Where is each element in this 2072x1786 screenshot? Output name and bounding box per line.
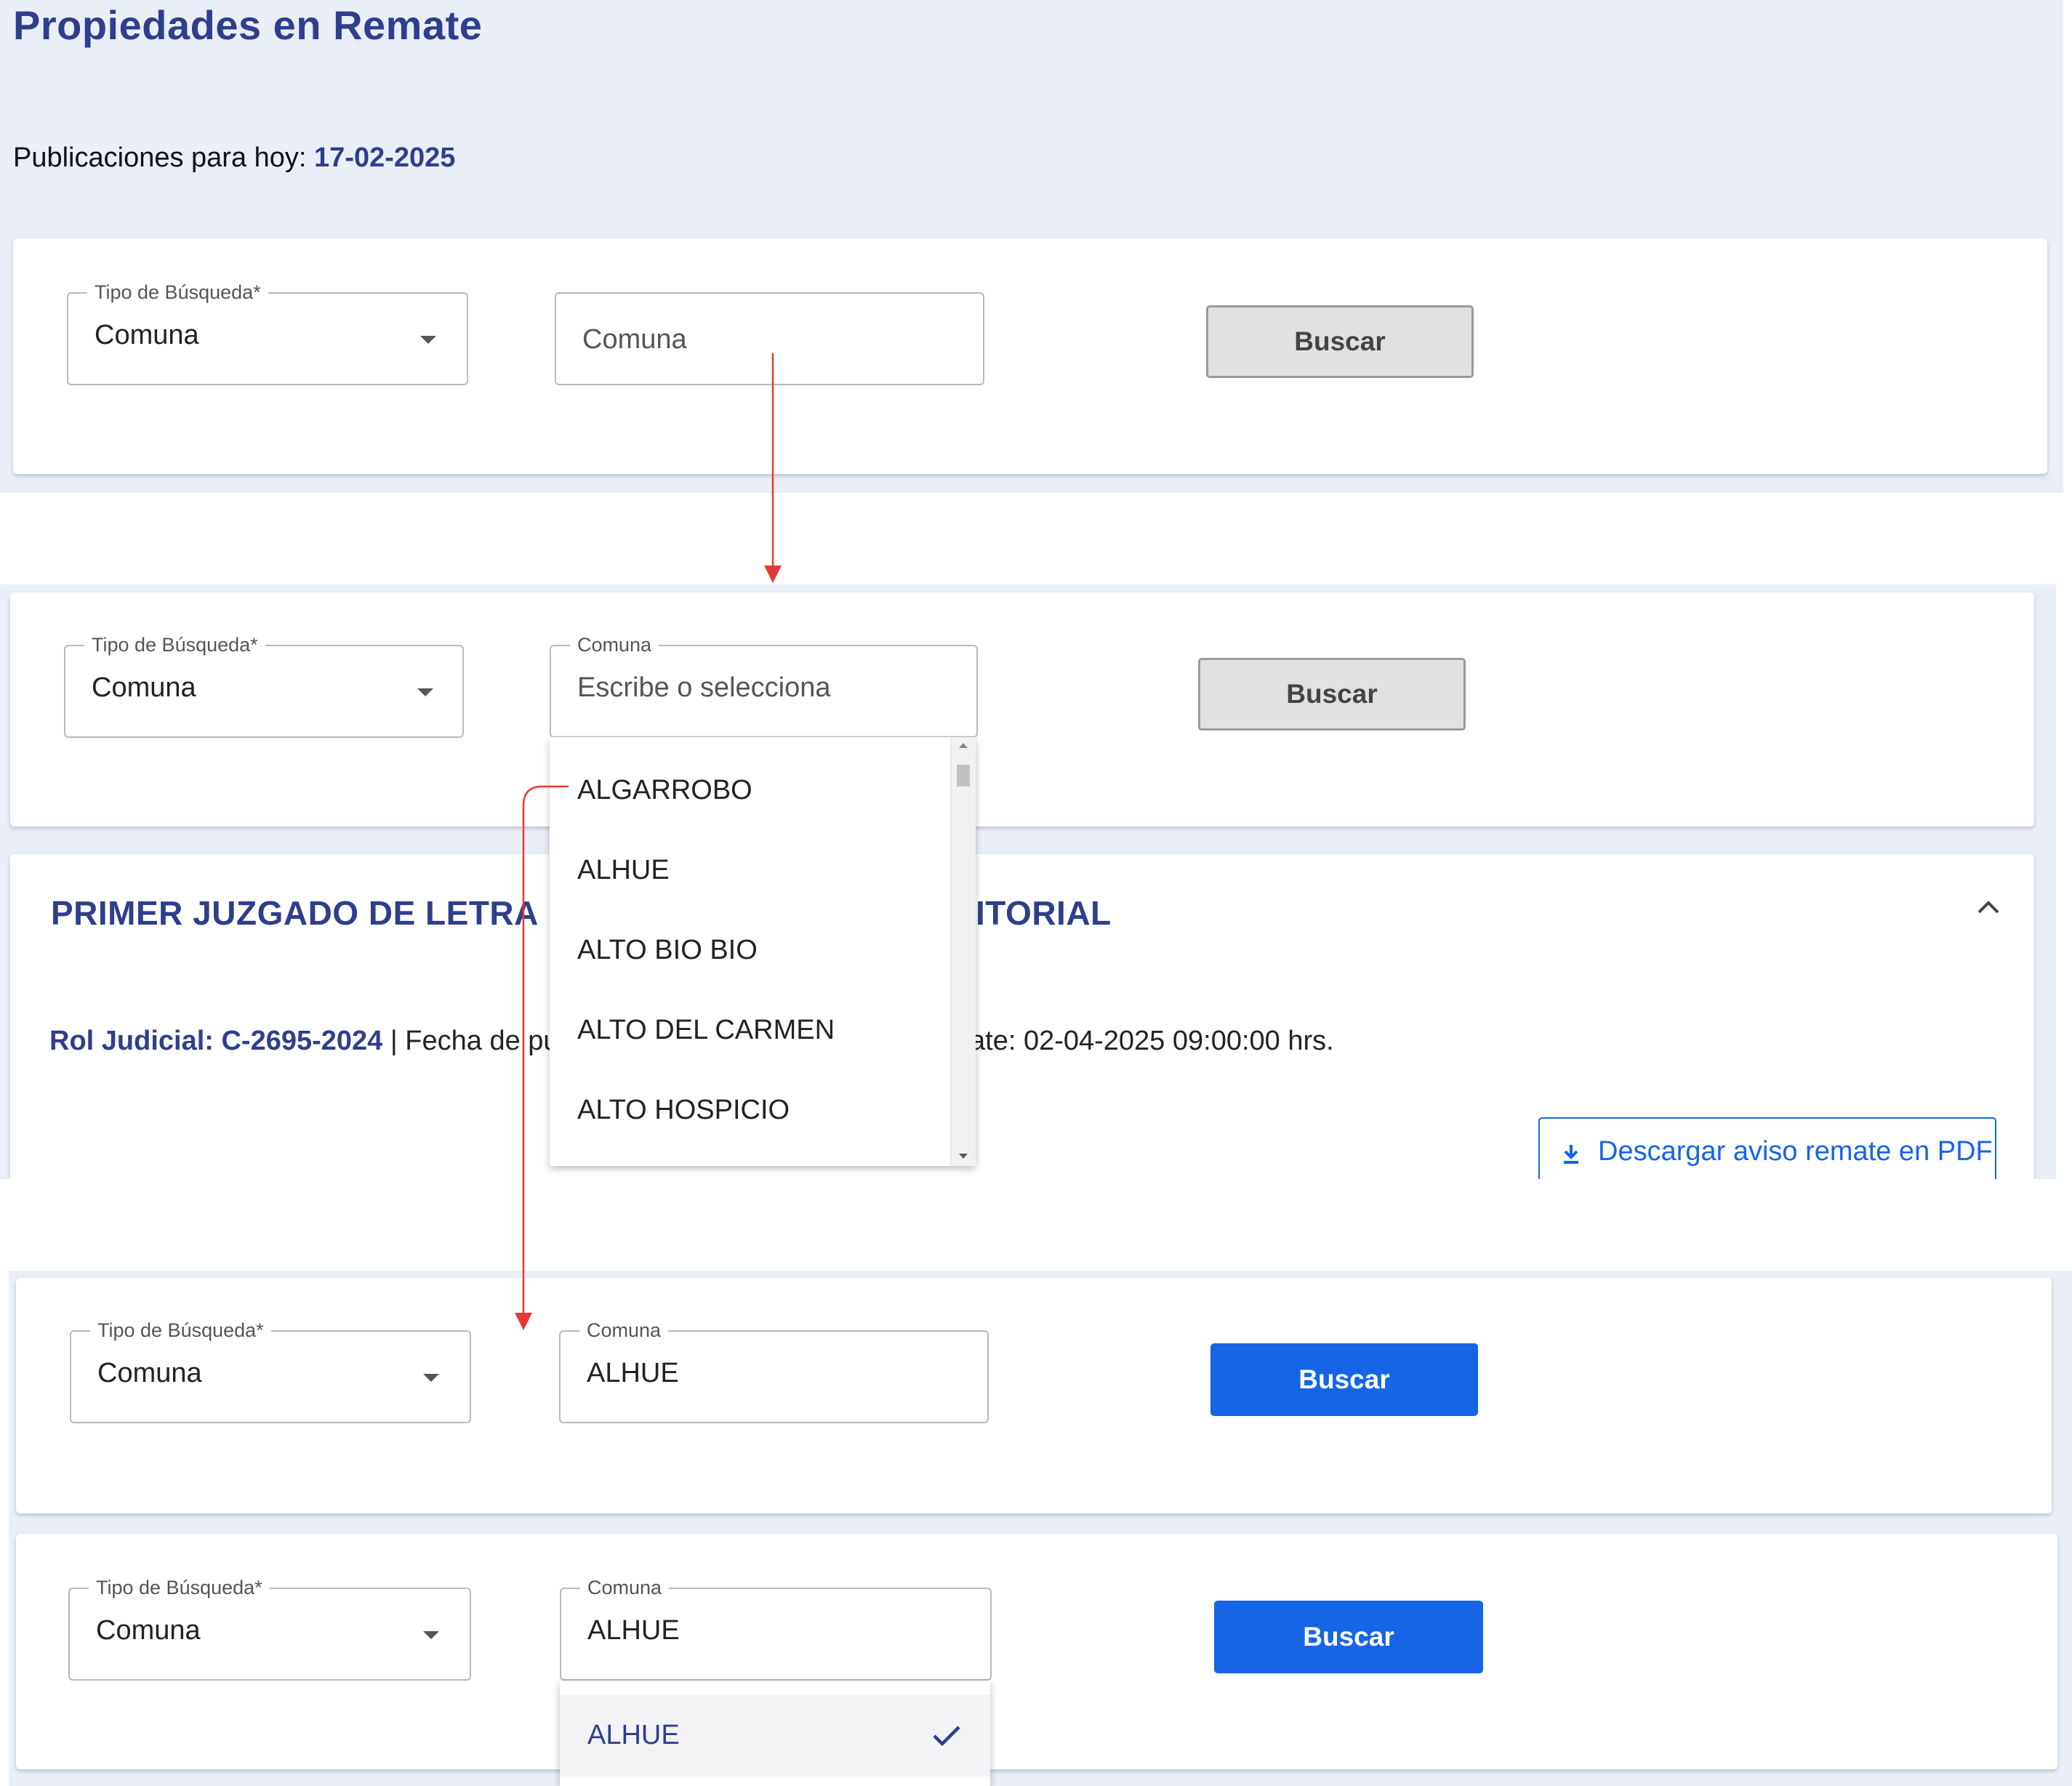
publications-date: 17-02-2025 (314, 142, 456, 173)
comuna-placeholder: Escribe o selecciona (577, 672, 831, 703)
search-type-label: Tipo de Búsqueda* (89, 1577, 270, 1598)
scroll-up-icon[interactable] (959, 743, 968, 748)
comuna-label: Comuna (580, 1577, 670, 1598)
search-type-label: Tipo de Búsqueda* (87, 281, 268, 303)
comuna-placeholder: Comuna (582, 324, 687, 355)
selected-option-label: ALHUE (587, 1720, 680, 1750)
search-type-select[interactable]: Tipo de Búsqueda* Comuna (70, 1319, 471, 1423)
dropdown-option[interactable]: ALTO BIO BIO (577, 935, 758, 966)
search-type-label: Tipo de Búsqueda* (84, 634, 265, 656)
dropdown-option-selected[interactable]: ALHUE (560, 1695, 990, 1777)
result-card-cut (0, 1179, 2072, 1271)
comuna-selected-dropdown: ALHUE (560, 1681, 990, 1786)
comuna-label: Comuna (579, 1319, 669, 1341)
search-type-label: Tipo de Búsqueda* (90, 1319, 271, 1341)
rol-judicial: Rol Judicial: C-2695-2024 (49, 1026, 383, 1056)
comuna-input[interactable]: Comuna ALHUE (560, 1577, 992, 1681)
search-type-select[interactable]: Tipo de Búsqueda* Comuna (68, 1577, 471, 1681)
search-type-value: Comuna (96, 1615, 201, 1646)
download-icon (1564, 1145, 1578, 1164)
dropdown-option[interactable]: ALTO DEL CARMEN (577, 1015, 835, 1046)
chevron-down-icon (423, 1374, 439, 1382)
chevron-down-icon (420, 336, 436, 344)
chevron-up-icon[interactable] (1976, 898, 2001, 915)
comuna-value: ALHUE (587, 1615, 680, 1646)
dropdown-option[interactable]: ALHUE (577, 855, 670, 886)
search-card-step1: Tipo de Búsqueda* Comuna Comuna Buscar (13, 238, 2047, 474)
comuna-input[interactable]: Comuna ALHUE (559, 1319, 989, 1423)
search-button[interactable]: Buscar (1198, 658, 1466, 731)
chevron-down-icon (417, 688, 433, 696)
court-title-right: ITORIAL (976, 894, 1112, 932)
chevron-down-icon (423, 1631, 439, 1639)
search-type-select[interactable]: Tipo de Búsqueda* Comuna (67, 281, 468, 385)
publications-label: Publicaciones para hoy: (13, 142, 307, 173)
scroll-thumb[interactable] (957, 765, 970, 787)
page-title: Propiedades en Remate (13, 2, 483, 48)
search-button[interactable]: Buscar (1206, 305, 1474, 378)
search-card-step3: Tipo de Búsqueda* Comuna Comuna ALHUE Bu… (16, 1278, 2052, 1513)
scroll-down-icon[interactable] (959, 1154, 968, 1159)
result-card: PRIMER JUZGADO DE LETRA ITORIAL Rol Judi… (10, 854, 2034, 1207)
search-card-step2: Tipo de Búsqueda* Comuna Comuna Escribe … (10, 592, 2034, 826)
check-icon (933, 1726, 960, 1747)
search-type-value: Comuna (95, 320, 199, 350)
dropdown-option[interactable]: ALGARROBO (577, 775, 752, 806)
comuna-input[interactable]: Comuna (555, 292, 984, 385)
comuna-input[interactable]: Comuna Escribe o selecciona (550, 634, 978, 738)
comuna-dropdown: ALGARROBO ALHUE ALTO BIO BIO ALTO DEL CA… (550, 737, 976, 1166)
publications-line: Publicaciones para hoy: 17-02-2025 (13, 142, 455, 174)
comuna-label: Comuna (570, 634, 659, 656)
search-type-value: Comuna (92, 672, 196, 703)
comuna-value: ALHUE (587, 1358, 679, 1388)
rol-text-right: ate: 02-04-2025 09:00:00 hrs. (970, 1026, 1334, 1056)
dropdown-option[interactable]: ALTO HOSPICIO (577, 1095, 790, 1126)
search-button[interactable]: Buscar (1210, 1343, 1478, 1416)
search-card-step4: Tipo de Búsqueda* Comuna Comuna ALHUE Bu… (16, 1534, 2057, 1769)
court-title-left: PRIMER JUZGADO DE LETRA (51, 894, 539, 932)
download-pdf-label: Descargar aviso remate en PDF (1598, 1136, 1993, 1167)
rol-line-left: Rol Judicial: C-2695-2024 | Fecha de pub… (49, 1026, 580, 1057)
search-type-value: Comuna (97, 1358, 202, 1388)
search-type-select[interactable]: Tipo de Búsqueda* Comuna (64, 634, 464, 738)
search-button[interactable]: Buscar (1214, 1601, 1483, 1673)
dropdown-scrollbar[interactable] (950, 737, 976, 1166)
